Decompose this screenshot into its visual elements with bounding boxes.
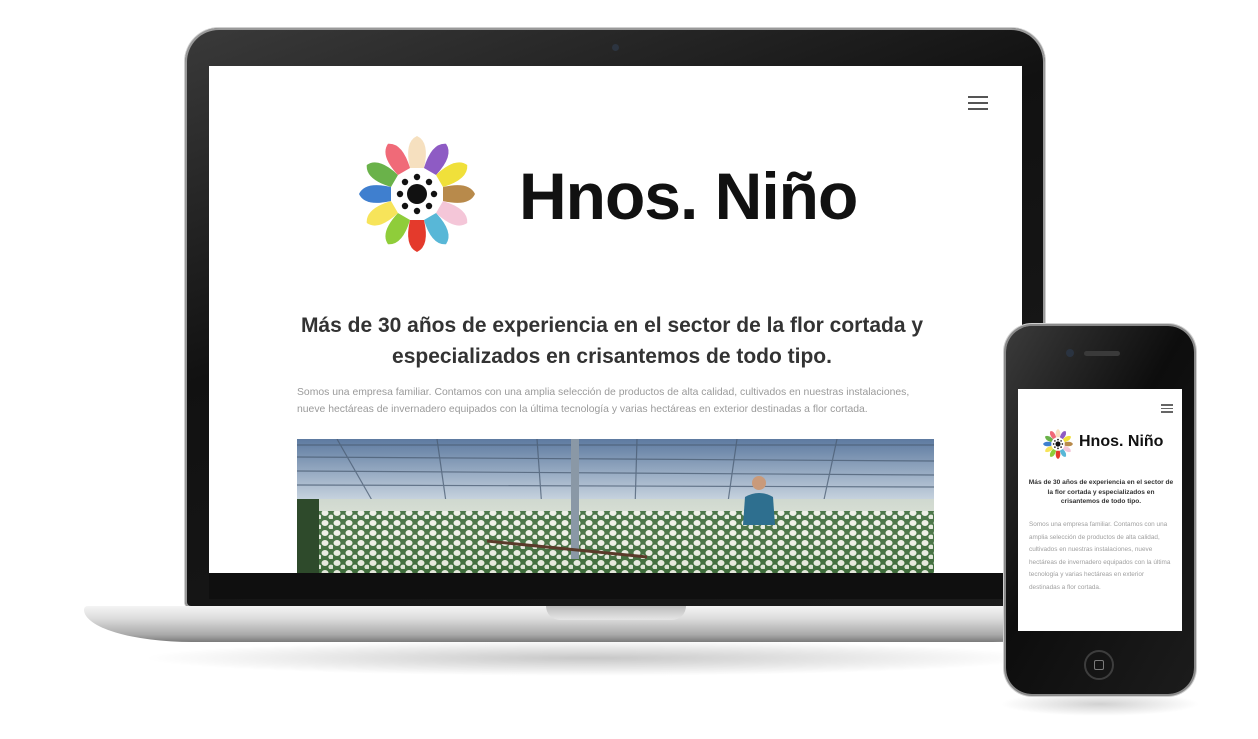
phone-shadow — [1000, 692, 1200, 716]
phone-speaker — [1084, 351, 1120, 356]
intro-paragraph: Somos una empresa familiar. Contamos con… — [1029, 521, 1171, 591]
laptop-screen: Hnos. Niño Más de 30 años de experiencia… — [209, 66, 1022, 573]
greenhouse-photo — [297, 439, 934, 573]
logo-petal — [1055, 450, 1061, 459]
logo-petal — [408, 136, 426, 168]
page-headline: Más de 30 años de experiencia en el sect… — [1028, 479, 1174, 505]
brand-name: Hnos. Niño — [519, 159, 858, 233]
laptop-notch — [546, 606, 686, 620]
logo-petal — [1043, 441, 1052, 447]
intro-paragraph: Somos una empresa familiar. Contamos con… — [297, 387, 910, 415]
phone-screen: Hnos. Niño Más de 30 años de experiencia… — [1018, 389, 1182, 631]
logo-petal — [1055, 429, 1061, 438]
laptop-chin — [209, 573, 1022, 599]
flower-logo-icon — [1043, 429, 1073, 459]
logo-petal — [359, 185, 391, 203]
logo-petal — [443, 185, 475, 203]
phone-camera — [1066, 349, 1074, 357]
logo-petal — [1064, 441, 1073, 447]
brand-name: Hnos. Niño — [1079, 433, 1164, 450]
laptop-camera — [612, 44, 619, 51]
laptop-shadow — [140, 640, 1040, 676]
flower-logo-icon — [359, 136, 475, 252]
logo-petal — [408, 220, 426, 252]
hamburger-menu-icon[interactable] — [968, 96, 988, 114]
home-button-icon — [1094, 660, 1104, 670]
hamburger-menu-icon[interactable] — [1161, 404, 1173, 415]
page-headline: Más de 30 años de experiencia en el sect… — [300, 314, 924, 368]
